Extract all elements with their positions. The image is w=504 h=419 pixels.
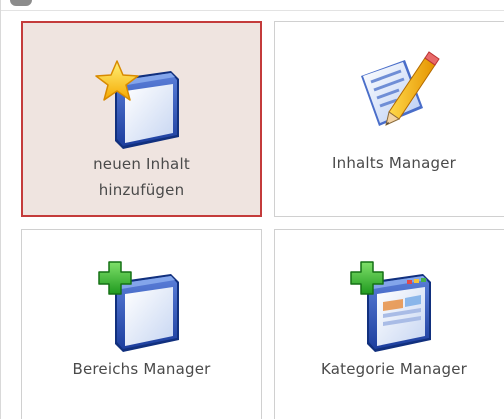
tile-new-content-label: neuen Inhalt hinzufügen [23, 151, 260, 203]
tile-new-content-label-line2: hinzufügen [98, 181, 185, 199]
tile-section-manager[interactable]: Bereichs Manager [21, 229, 262, 419]
tile-category-manager[interactable]: Kategorie Manager [274, 229, 504, 419]
tile-content-manager-label: Inhalts Manager [331, 154, 456, 172]
tile-content-manager[interactable]: Inhalts Manager [274, 21, 504, 217]
tile-section-manager-label: Bereichs Manager [72, 360, 211, 378]
app-window-plus-icon [339, 256, 449, 366]
window-plus-icon [87, 256, 197, 366]
frame-top-line [0, 10, 504, 11]
tile-new-content[interactable]: neuen Inhalt hinzufügen [21, 21, 262, 217]
control-panel: neuen Inhalt hinzufügen Inhalts Manager … [0, 0, 504, 419]
tile-new-content-label-line1: neuen Inhalt [93, 155, 190, 173]
panel-corner-mark [10, 0, 32, 6]
document-pencil-icon [339, 38, 449, 148]
tile-category-manager-label: Kategorie Manager [320, 360, 468, 378]
frame-left-border [0, 0, 1, 419]
